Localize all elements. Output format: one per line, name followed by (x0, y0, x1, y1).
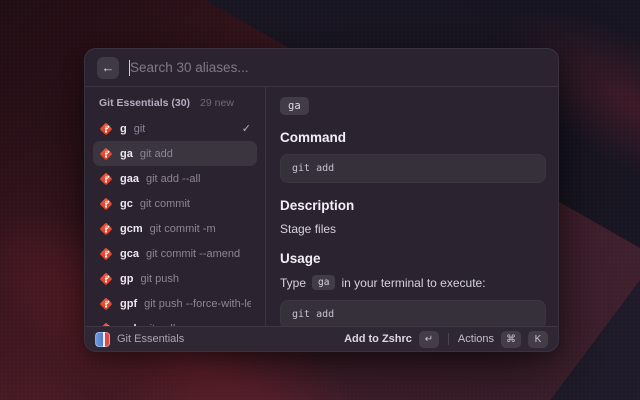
list-item-gca[interactable]: gca git commit --amend (93, 241, 257, 266)
git-icon (99, 247, 113, 261)
git-icon (99, 297, 113, 311)
cmd-key-badge[interactable]: ⌘ (501, 331, 521, 348)
list-item-g[interactable]: g git ✓ (93, 116, 257, 141)
status-bar: Git Essentials Add to Zshrc ↵ Actions ⌘ … (85, 326, 558, 351)
usage-prefix: Type (280, 276, 306, 290)
command-label: git push (140, 273, 179, 285)
list-item-gpf[interactable]: gpf git push --force-with-lease (93, 291, 257, 316)
list-item-gcm[interactable]: gcm git commit -m (93, 216, 257, 241)
alias-label: g (120, 123, 127, 135)
search-input-wrap (129, 60, 546, 76)
statusbar-divider (448, 333, 449, 345)
alias-label: gcm (120, 223, 143, 235)
git-icon (99, 272, 113, 286)
list-item-ga[interactable]: ga git add (93, 141, 257, 166)
alias-list-panel: Git Essentials (30) 29 new g git ✓ ga gi… (85, 87, 266, 326)
command-label: git add --all (146, 173, 200, 185)
usage-inline-code: ga (312, 275, 335, 290)
description-text: Stage files (280, 222, 546, 236)
git-icon (99, 222, 113, 236)
window-body: Git Essentials (30) 29 new g git ✓ ga gi… (85, 87, 558, 326)
back-button[interactable]: ← (97, 57, 119, 79)
launcher-window: ← Git Essentials (30) 29 new g git ✓ ga (84, 48, 559, 352)
command-label: git add (140, 148, 173, 160)
primary-action-label[interactable]: Add to Zshrc (344, 333, 412, 345)
list-item-gc[interactable]: gc git commit (93, 191, 257, 216)
command-label: git push --force-with-lease (144, 298, 251, 310)
actions-menu-label[interactable]: Actions (458, 333, 494, 345)
git-icon (99, 197, 113, 211)
detail-panel: ga Command git add Description Stage fil… (266, 87, 558, 326)
alias-label: gc (120, 198, 133, 210)
section-title: Git Essentials (30) (99, 97, 190, 109)
k-key-badge[interactable]: K (528, 331, 548, 348)
checkmark-icon: ✓ (242, 122, 251, 135)
back-arrow-icon: ← (102, 60, 115, 75)
statusbar-actions: Add to Zshrc ↵ Actions ⌘ K (344, 331, 548, 348)
usage-heading: Usage (280, 251, 546, 266)
extension-name: Git Essentials (117, 333, 184, 345)
list-section-header: Git Essentials (30) 29 new (93, 95, 257, 116)
command-heading: Command (280, 130, 546, 145)
command-label: git commit -m (150, 223, 216, 235)
alias-label: gpf (120, 298, 137, 310)
section-new-badge: 29 new (200, 97, 234, 109)
list-item-gaa[interactable]: gaa git add --all (93, 166, 257, 191)
alias-label: gaa (120, 173, 139, 185)
git-icon (99, 147, 113, 161)
alias-label: gp (120, 273, 133, 285)
alias-badge: ga (280, 97, 309, 115)
extension-icon (95, 332, 110, 347)
git-icon (99, 122, 113, 136)
search-input[interactable] (130, 60, 546, 75)
command-label: git commit --amend (146, 248, 240, 260)
command-label: git (134, 123, 146, 135)
usage-code-block: git add (280, 300, 546, 326)
alias-label: ga (120, 148, 133, 160)
usage-instruction: Type ga in your terminal to execute: (280, 275, 546, 290)
command-label: git commit (140, 198, 190, 210)
usage-suffix: in your terminal to execute: (341, 276, 485, 290)
git-icon (99, 172, 113, 186)
command-code-block: git add (280, 154, 546, 183)
search-bar: ← (85, 49, 558, 87)
return-key-badge[interactable]: ↵ (419, 331, 439, 348)
description-heading: Description (280, 198, 546, 213)
list-item-gp[interactable]: gp git push (93, 266, 257, 291)
list-item-gpl[interactable]: gpl git pull (93, 316, 257, 326)
alias-label: gca (120, 248, 139, 260)
